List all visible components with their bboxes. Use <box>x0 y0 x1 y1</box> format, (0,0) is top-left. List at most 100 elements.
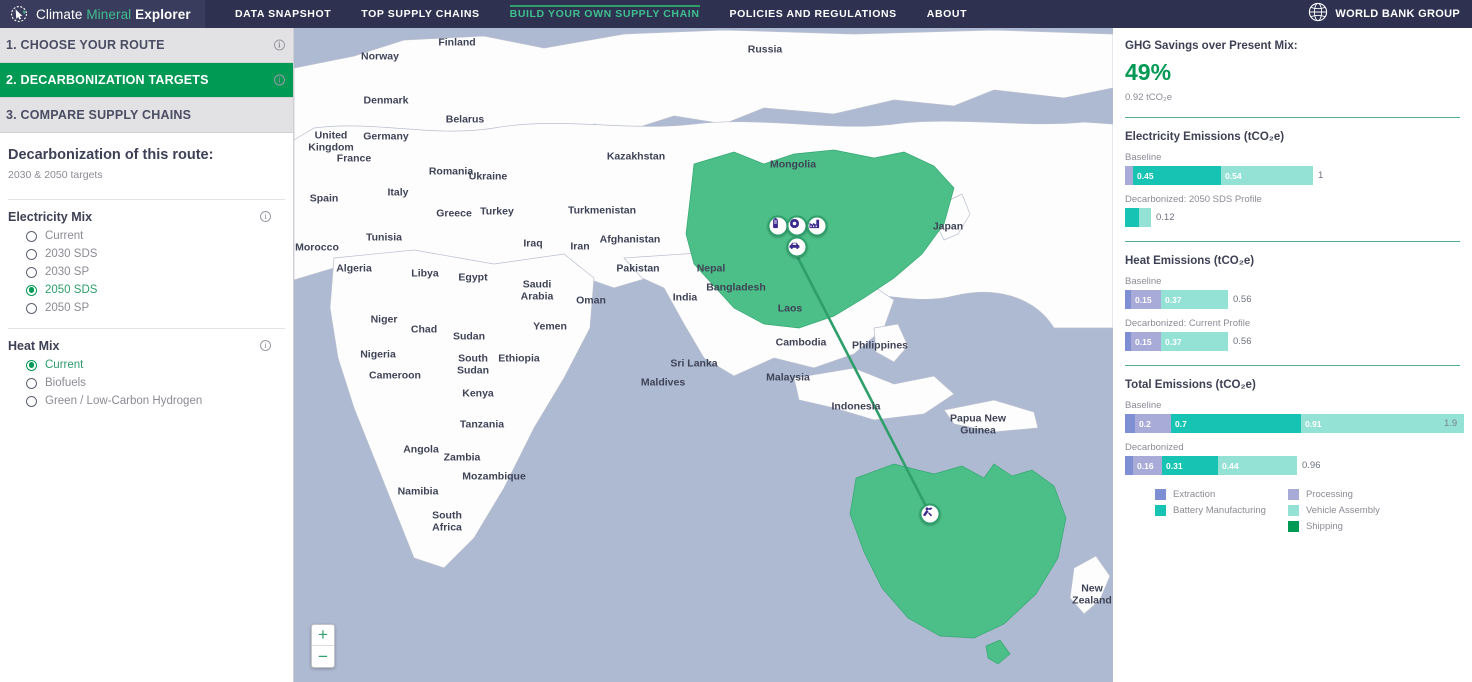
emission-section-1: Heat Emissions (tCO₂e) Baseline 0.15 0.37 0.… <box>1125 255 1462 351</box>
panel-divider <box>1125 117 1460 118</box>
panel-divider <box>1125 365 1460 366</box>
wizard-step-1[interactable]: 1. CHOOSE YOUR ROUTE i <box>0 28 293 63</box>
stacked-bar: 0.15 0.37 <box>1125 332 1228 351</box>
ghg-savings-value: 49% <box>1125 59 1172 85</box>
radio-option-current[interactable]: Current <box>8 359 285 371</box>
route-header: Decarbonization of this route: 2030 & 20… <box>0 133 293 185</box>
stacked-bar: 0.15 0.37 <box>1125 290 1228 309</box>
top-navigation-bar: Climate Mineral Explorer DATA SNAPSHOT TO… <box>0 0 1472 28</box>
legend-item-vehicle-assembly[interactable]: Vehicle Assembly <box>1287 505 1380 516</box>
legend-label: Extraction <box>1173 489 1216 500</box>
bar-scenario-label: Decarbonized: Current Profile <box>1125 318 1251 329</box>
radio-option-2050-sds[interactable]: 2050 SDS <box>8 284 285 296</box>
option-group-title: Heat Mix <box>8 339 60 353</box>
radio-button-icon[interactable] <box>26 359 37 371</box>
radio-button-icon[interactable] <box>26 377 37 389</box>
world-bank-group-logo[interactable]: WORLD BANK GROUP <box>1308 0 1460 28</box>
stacked-bar: 0.16 0.31 0.44 <box>1125 456 1297 475</box>
bar-scenario-label: Decarbonized: 2050 SDS Profile <box>1125 194 1262 205</box>
nav-link-data-snapshot[interactable]: DATA SNAPSHOT <box>235 0 331 28</box>
radio-option-label: Green / Low-Carbon Hydrogen <box>45 395 203 407</box>
ghg-savings-absolute: 0.92 tCO₂e <box>1125 92 1172 103</box>
radio-option-biofuels[interactable]: Biofuels <box>8 377 285 389</box>
radio-button-icon[interactable] <box>26 395 37 407</box>
radio-option-label: 2030 SP <box>45 266 90 278</box>
results-panel: GHG Savings over Present Mix: 49% 0.92 t… <box>1113 28 1472 682</box>
map-marker-battery[interactable] <box>767 215 789 237</box>
brand-logo[interactable]: Climate Mineral Explorer <box>0 0 205 28</box>
brand-pre: Climate <box>36 6 87 22</box>
bar-segment-processing: 0.16 <box>1133 456 1162 475</box>
wizard-steps: 1. CHOOSE YOUR ROUTE i 2. DECARBONIZATION … <box>0 28 293 133</box>
legend-swatch <box>1155 505 1166 516</box>
emission-section-0: Electricity Emissions (tCO₂e) Baseline 0.4… <box>1125 131 1462 227</box>
info-icon[interactable]: i <box>274 74 285 86</box>
bar-segment-processing: 0.15 <box>1131 332 1161 351</box>
radio-button-icon[interactable] <box>26 284 37 296</box>
world-map[interactable]: .land{fill:#fdfdfd;stroke:#b9bfcf;stroke… <box>294 28 1113 682</box>
zoom-out-button[interactable]: − <box>312 646 334 667</box>
bar-segment-vehicle-assembly: 0.91 <box>1301 414 1464 433</box>
bar-total-value: 0.12 <box>1156 212 1175 223</box>
bar-total-value: 1.9 <box>1444 418 1458 429</box>
legend-item-extraction[interactable]: Extraction <box>1155 489 1266 500</box>
route-title: Decarbonization of this route: <box>8 147 214 163</box>
stacked-bar-row: 0.2 0.7 0.91 1.9 <box>1125 414 1464 433</box>
map-zoom-controls[interactable]: + − <box>311 624 335 668</box>
radio-option-label: 2050 SDS <box>45 284 98 296</box>
legend-item-battery-manufacturing[interactable]: Battery Manufacturing <box>1155 505 1266 516</box>
radio-option-label: 2050 SP <box>45 302 90 314</box>
info-icon[interactable]: i <box>274 39 285 51</box>
radio-option-2030-sp[interactable]: 2030 SP <box>8 266 285 278</box>
legend-label: Battery Manufacturing <box>1173 505 1266 516</box>
info-icon[interactable]: i <box>260 211 271 222</box>
nav-link-top-supply-chains[interactable]: TOP SUPPLY CHAINS <box>361 0 479 28</box>
bar-segment-vehicle-assembly: 0.54 <box>1221 166 1313 185</box>
legend-item-shipping[interactable]: Shipping <box>1287 521 1380 532</box>
map-marker-processing-gear[interactable] <box>786 215 808 237</box>
legend-swatch <box>1287 505 1299 516</box>
radio-option-green-low-carbon-hydrogen[interactable]: Green / Low-Carbon Hydrogen <box>8 395 285 407</box>
wizard-step-label: 2. DECARBONIZATION TARGETS <box>6 73 209 87</box>
radio-button-icon[interactable] <box>26 266 37 278</box>
radio-button-icon[interactable] <box>26 248 37 260</box>
emission-section-2: Total Emissions (tCO₂e) Baseline 0.2 0.7 0.9… <box>1125 379 1464 475</box>
radio-option-label: Current <box>45 359 84 371</box>
bar-segment-extraction <box>1125 456 1133 475</box>
radio-option-2030-sds[interactable]: 2030 SDS <box>8 248 285 260</box>
bar-segment-battery-manufacturing: 0.45 <box>1133 166 1221 185</box>
legend-item-processing[interactable]: Processing <box>1287 489 1380 500</box>
radio-button-icon[interactable] <box>26 230 37 242</box>
stacked-bar-row: 0.12 <box>1125 208 1462 227</box>
bar-scenario-label: Baseline <box>1125 152 1162 163</box>
brand-mid: Mineral <box>86 6 136 22</box>
legend-label: Shipping <box>1305 521 1343 532</box>
stacked-bar <box>1125 208 1151 227</box>
map-marker-vehicle-assembly-car[interactable] <box>786 236 808 258</box>
wizard-step-3[interactable]: 3. COMPARE SUPPLY CHAINS <box>0 98 293 133</box>
stacked-bar-row: 0.45 0.54 1 <box>1125 166 1462 185</box>
nav-link-about[interactable]: ABOUT <box>927 0 967 28</box>
left-sidebar: 1. CHOOSE YOUR ROUTE i 2. DECARBONIZATION … <box>0 28 294 682</box>
zoom-in-button[interactable]: + <box>312 625 334 646</box>
bar-segment-processing: 0.15 <box>1131 290 1161 309</box>
wizard-step-2[interactable]: 2. DECARBONIZATION TARGETS i <box>0 63 293 98</box>
radio-option-label: 2030 SDS <box>45 248 98 260</box>
radio-option-2050-sp[interactable]: 2050 SP <box>8 302 285 314</box>
info-icon[interactable]: i <box>260 340 271 351</box>
radio-option-current[interactable]: Current <box>8 230 285 242</box>
nav-link-policies-and-regulations[interactable]: POLICIES AND REGULATIONS <box>730 0 897 28</box>
emission-section-title: Heat Emissions (tCO₂e) <box>1125 255 1255 267</box>
stacked-bar-row: 0.15 0.37 0.56 <box>1125 290 1462 309</box>
mix-option-groups: Electricity Mix i Current 2030 SDS 2030 SP 20… <box>0 200 293 407</box>
radio-button-icon[interactable] <box>26 302 37 314</box>
legend-swatch <box>1287 521 1299 532</box>
map-marker-mining-extraction[interactable] <box>919 503 941 525</box>
map-marker-factory[interactable] <box>806 215 828 237</box>
nav-link-build-your-own-supply-chain[interactable]: BUILD YOUR OWN SUPPLY CHAIN <box>509 0 700 28</box>
bar-segment-battery-manufacturing: 0.7 <box>1171 414 1301 433</box>
emission-sections: Electricity Emissions (tCO₂e) Baseline 0.4… <box>1125 131 1464 475</box>
globe-icon <box>1308 2 1328 27</box>
bar-total-value: 0.56 <box>1233 336 1252 347</box>
radio-option-label: Current <box>45 230 84 242</box>
